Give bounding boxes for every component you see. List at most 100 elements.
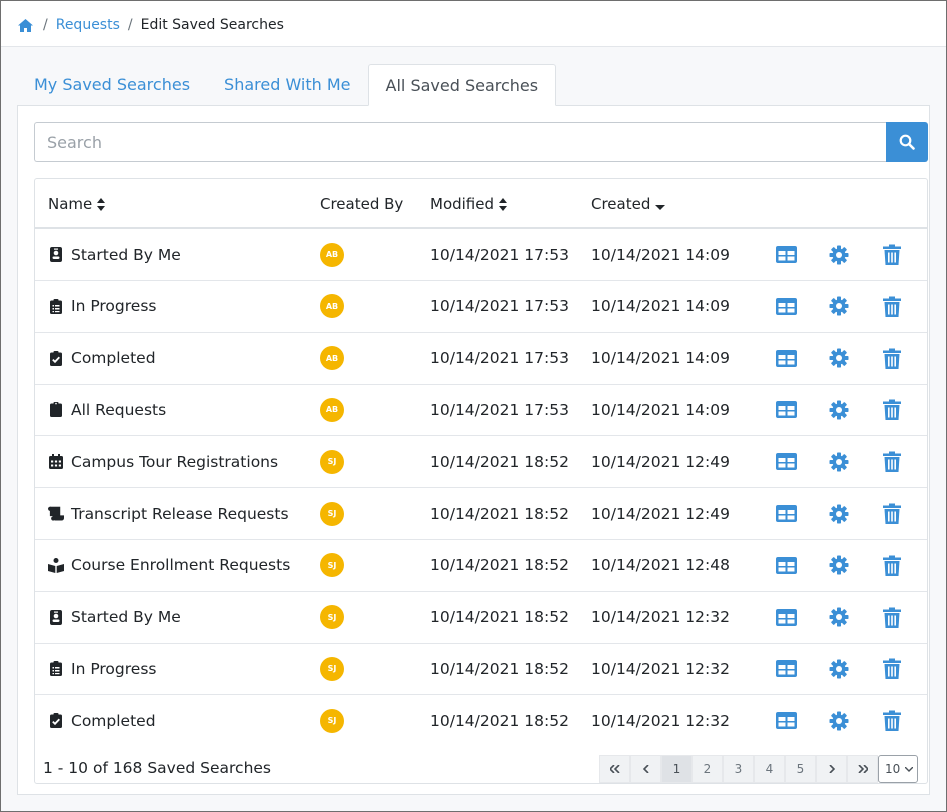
view-table-button[interactable] <box>774 554 798 576</box>
row-created-by-cell: SJ <box>320 540 344 591</box>
delete-button[interactable] <box>881 710 903 732</box>
table-view-icon <box>775 246 797 263</box>
view-table-button[interactable] <box>774 295 798 317</box>
row-name: Completed <box>71 349 156 368</box>
per-page-select[interactable]: 10 <box>878 755 918 783</box>
row-created: 10/14/2021 14:09 <box>591 400 730 419</box>
tab-my-saved-searches[interactable]: My Saved Searches <box>17 64 207 106</box>
gear-icon <box>829 711 849 731</box>
column-header-modified[interactable]: Modified <box>430 195 508 213</box>
delete-button[interactable] <box>881 347 903 369</box>
table-row: In Progress SJ 10/14/2021 18:52 10/14/2021 … <box>35 643 927 696</box>
trash-icon <box>883 607 901 628</box>
row-actions <box>774 695 903 746</box>
table-view-icon <box>775 505 797 522</box>
row-created: 10/14/2021 12:32 <box>591 608 730 627</box>
first-page-button[interactable] <box>599 755 630 783</box>
row-created: 10/14/2021 14:09 <box>591 297 730 316</box>
search-input[interactable] <box>34 122 886 162</box>
breadcrumb-separator: / <box>127 17 133 33</box>
view-table-button[interactable] <box>774 658 798 680</box>
row-name-cell: Started By Me <box>48 592 181 643</box>
configure-button[interactable] <box>828 295 850 317</box>
column-header-created[interactable]: Created <box>591 195 666 213</box>
row-created-by-cell: AB <box>320 229 344 280</box>
breadcrumb-separator: / <box>43 17 48 33</box>
delete-button[interactable] <box>881 606 903 628</box>
avatar: SJ <box>320 656 344 681</box>
table-view-icon <box>775 349 797 367</box>
row-name-cell: Transcript Release Requests <box>48 488 289 539</box>
configure-button[interactable] <box>828 606 850 628</box>
clipboard-list-icon <box>48 661 64 677</box>
row-created: 10/14/2021 14:09 <box>591 349 730 368</box>
next-page-button[interactable] <box>816 755 847 783</box>
page-button-1[interactable]: 1 <box>661 755 692 783</box>
configure-button[interactable] <box>828 244 850 266</box>
view-table-button[interactable] <box>774 606 798 628</box>
table-row: Started By Me SJ 10/14/2021 18:52 10/14/202… <box>35 592 927 644</box>
delete-button[interactable] <box>881 399 903 421</box>
view-table-button[interactable] <box>774 503 798 525</box>
page-button-2[interactable]: 2 <box>692 755 723 783</box>
row-actions <box>774 592 903 643</box>
avatar: AB <box>320 294 344 319</box>
configure-button[interactable] <box>828 658 850 680</box>
sort-icon <box>499 197 508 211</box>
trash-icon <box>883 348 901 369</box>
column-header-name[interactable]: Name <box>48 195 106 213</box>
configure-button[interactable] <box>828 347 850 369</box>
delete-button[interactable] <box>881 244 903 266</box>
view-table-button[interactable] <box>774 244 798 266</box>
table-view-icon <box>775 712 797 730</box>
row-created: 10/14/2021 12:49 <box>591 504 730 523</box>
home-icon[interactable] <box>17 18 34 33</box>
saved-searches-table: Name Created By Modified Created Started… <box>34 178 928 784</box>
row-name-cell: Completed <box>48 333 156 384</box>
configure-button[interactable] <box>828 554 850 576</box>
configure-button[interactable] <box>828 451 850 473</box>
column-header-created-by: Created By <box>320 195 403 213</box>
trash-icon <box>883 555 901 576</box>
table-row: Course Enrollment Requests SJ 10/14/2021 1… <box>35 540 927 592</box>
table-row: Completed SJ 10/14/2021 18:52 10/14/2021 12… <box>35 695 927 747</box>
view-table-button[interactable] <box>774 451 798 473</box>
id-badge-icon <box>48 247 64 263</box>
last-page-button[interactable] <box>847 755 878 783</box>
configure-button[interactable] <box>828 399 850 421</box>
delete-button[interactable] <box>881 554 903 576</box>
view-table-button[interactable] <box>774 399 798 421</box>
chevron-down-icon <box>905 766 913 772</box>
avatar: SJ <box>320 501 344 526</box>
configure-button[interactable] <box>828 503 850 525</box>
row-created: 10/14/2021 12:32 <box>591 659 730 678</box>
breadcrumb-requests-link[interactable]: Requests <box>56 17 120 33</box>
view-table-button[interactable] <box>774 710 798 732</box>
search-button[interactable] <box>886 122 928 162</box>
trash-icon <box>883 710 901 732</box>
sort-down-icon <box>655 204 666 210</box>
configure-button[interactable] <box>828 710 850 732</box>
pagination: 1 2 3 4 5 <box>599 755 878 783</box>
table-row: All Requests AB 10/14/2021 17:53 10/14/2021… <box>35 384 927 437</box>
prev-page-button[interactable] <box>630 755 661 783</box>
page-button-5[interactable]: 5 <box>785 755 816 783</box>
row-name: Started By Me <box>71 608 181 627</box>
view-table-button[interactable] <box>774 347 798 369</box>
delete-button[interactable] <box>881 503 903 525</box>
avatar: AB <box>320 346 344 371</box>
row-created-by-cell: AB <box>320 384 344 435</box>
page-button-3[interactable]: 3 <box>723 755 754 783</box>
page-button-4[interactable]: 4 <box>754 755 785 783</box>
table-view-icon <box>775 453 797 471</box>
gear-icon <box>829 296 849 316</box>
delete-button[interactable] <box>881 451 903 473</box>
search-icon <box>899 134 915 150</box>
delete-button[interactable] <box>881 295 903 317</box>
tab-shared-with-me[interactable]: Shared With Me <box>207 64 367 106</box>
delete-button[interactable] <box>881 658 903 680</box>
tab-all-saved-searches[interactable]: All Saved Searches <box>367 64 557 106</box>
avatar: AB <box>320 242 344 267</box>
row-created-by-cell: SJ <box>320 592 344 643</box>
row-name-cell: All Requests <box>48 384 166 435</box>
